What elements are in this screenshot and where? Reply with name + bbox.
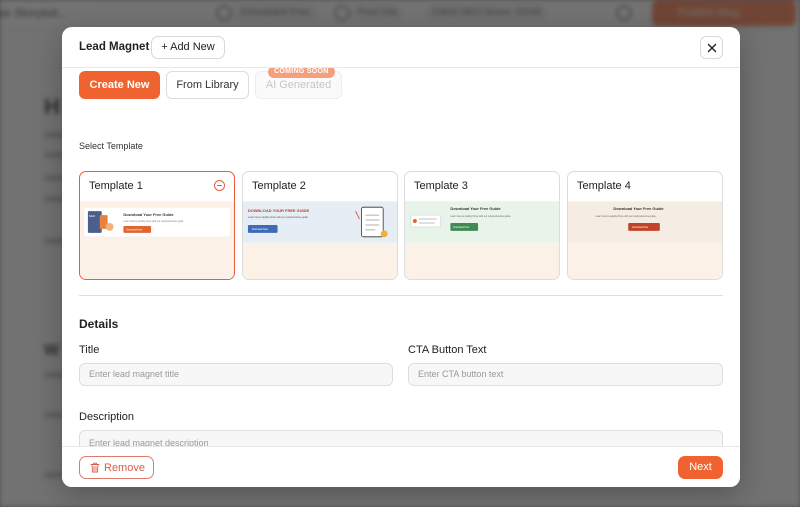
template-card-footer (243, 243, 397, 279)
cta-button-text-label: CTA Button Text (408, 344, 487, 356)
selected-check-icon (214, 180, 225, 191)
title-label: Title (79, 344, 100, 356)
template-card-title: Template 4 (577, 180, 631, 192)
close-button[interactable] (700, 36, 723, 59)
modal-body[interactable]: Create New From Library AI Generated COM… (62, 68, 740, 446)
template-card-3[interactable]: Template 3 Download Your Free Guide Lear… (404, 171, 560, 280)
close-icon (707, 43, 717, 53)
template-4-subline: Learn how to quickly thrive with our com… (596, 215, 657, 218)
template-1-preview: SEO Download Your Free Guide Learn how t… (80, 201, 234, 243)
template-card-1[interactable]: Template 1 SEO Download Your Free Guide … (79, 171, 235, 280)
template-3-button: Download Now (453, 226, 469, 229)
details-heading: Details (79, 317, 119, 331)
template-2-preview: DOWNLOAD YOUR FREE GUIDE Learn how to qu… (243, 201, 397, 243)
template-card-title: Template 2 (252, 180, 306, 192)
template-card-footer (80, 243, 234, 279)
template-2-headline: DOWNLOAD YOUR FREE GUIDE (248, 208, 310, 213)
trash-icon (90, 462, 100, 473)
tab-create-new[interactable]: Create New (79, 71, 160, 99)
coming-soon-badge: COMING SOON (268, 68, 335, 78)
modal-title: Lead Magnet (79, 41, 150, 53)
title-input[interactable]: Enter lead magnet title (79, 363, 393, 386)
select-template-label: Select Template (79, 141, 143, 151)
section-divider (79, 295, 723, 296)
modal-header: Lead Magnet + Add New (62, 27, 740, 68)
template-1-headline: Download Your Free Guide (123, 212, 174, 217)
template-2-button: Download Now (252, 228, 268, 231)
book-cover-text: SEO (89, 214, 96, 218)
template-3-subline: Learn how to quickly thrive with our com… (450, 215, 511, 218)
remove-button[interactable]: Remove (79, 456, 154, 479)
template-card-footer (405, 243, 559, 279)
template-card-4[interactable]: Template 4 Download Your Free Guide Lear… (567, 171, 723, 280)
lead-magnet-modal: Lead Magnet + Add New Create New From Li… (62, 27, 740, 487)
template-card-title: Template 1 (89, 180, 143, 192)
modal-footer: Remove Next (62, 446, 740, 487)
next-button[interactable]: Next (678, 456, 723, 479)
template-card-footer (568, 243, 722, 279)
template-1-subline: Learn how to quickly thrive with our com… (123, 220, 184, 223)
template-3-headline: Download Your Free Guide (450, 206, 501, 211)
template-1-button: Download Now (126, 228, 142, 231)
template-2-subline: Learn how to quickly thrive with our com… (248, 216, 309, 219)
template-card-title: Template 3 (414, 180, 468, 192)
add-new-button[interactable]: + Add New (151, 36, 225, 59)
template-4-button: Download Now (632, 226, 648, 229)
description-label: Description (79, 411, 135, 423)
cta-button-text-input[interactable]: Enter CTA button text (408, 363, 723, 386)
tab-from-library[interactable]: From Library (166, 71, 249, 99)
template-card-2[interactable]: Template 2 DOWNLOAD YOUR FREE GUIDE Lear… (242, 171, 398, 280)
template-4-headline: Download Your Free Guide (613, 206, 664, 211)
remove-label: Remove (104, 462, 145, 474)
template-3-preview: Download Your Free Guide Learn how to qu… (405, 201, 559, 243)
description-textarea[interactable]: Enter lead magnet description (79, 430, 723, 446)
template-4-preview: Download Your Free Guide Learn how to qu… (568, 201, 722, 243)
